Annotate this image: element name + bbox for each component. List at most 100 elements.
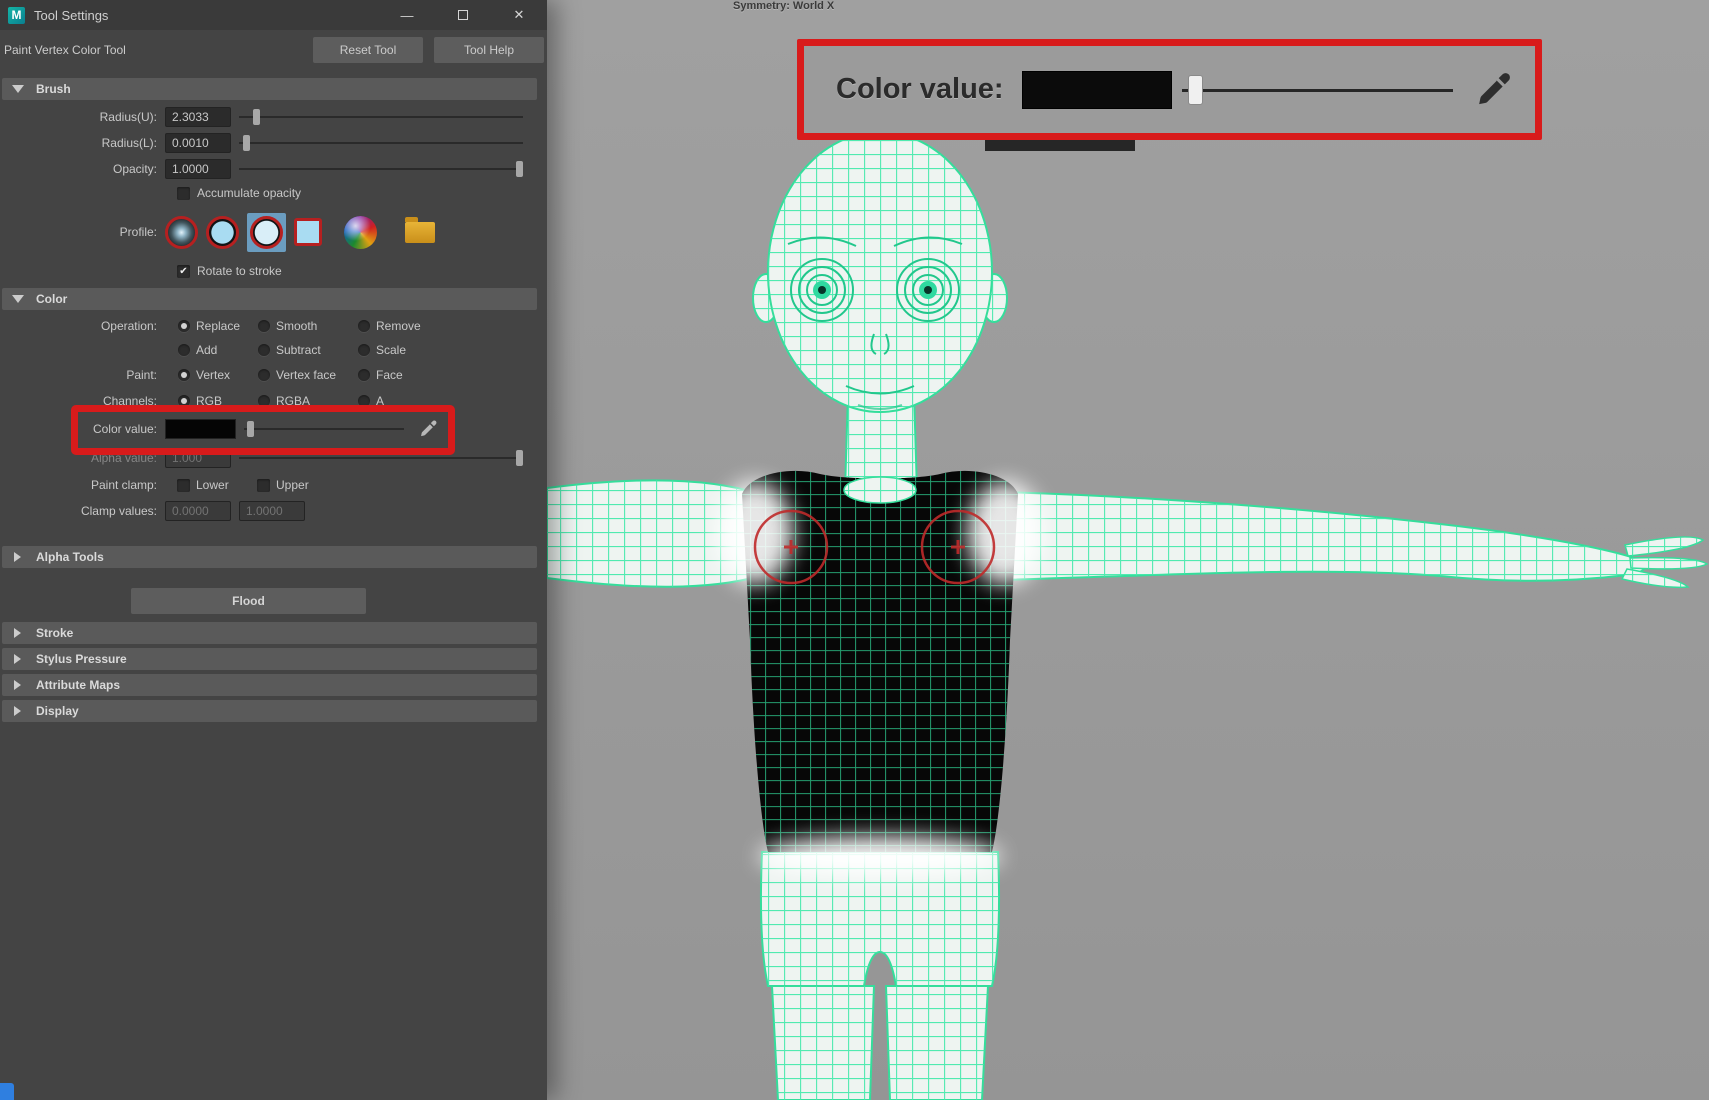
collapse-arrow-icon	[12, 295, 24, 303]
slider-track	[239, 116, 523, 118]
radius-l-field[interactable]	[165, 133, 231, 153]
expand-arrow-icon	[14, 654, 21, 664]
slider-handle[interactable]	[253, 109, 261, 125]
paint-label: Paint:	[126, 368, 157, 382]
paint-face-radio[interactable]	[358, 369, 370, 381]
clamp-upper-checkbox[interactable]	[257, 478, 270, 492]
operation-add-label: Add	[196, 343, 218, 357]
maya-logo-icon: M	[8, 6, 25, 24]
stroke-section-header[interactable]: Stroke	[2, 622, 537, 644]
slider-track	[1181, 88, 1453, 92]
profile-label: Profile:	[119, 225, 157, 239]
brush-profile-soft-icon[interactable]	[165, 215, 198, 249]
attribute-maps-section-header[interactable]: Attribute Maps	[2, 674, 537, 696]
accumulate-opacity-label: Accumulate opacity	[197, 186, 302, 200]
clamp-min-field	[165, 501, 231, 521]
head	[767, 131, 993, 413]
display-label: Display	[36, 704, 79, 718]
opacity-slider[interactable]	[239, 161, 523, 177]
clamp-max-field	[239, 501, 305, 521]
operation-remove-radio[interactable]	[358, 320, 370, 332]
slider-track	[239, 168, 523, 170]
operation-replace-radio[interactable]	[178, 320, 190, 332]
flood-button[interactable]: Flood	[131, 588, 366, 614]
symmetry-status: Symmetry: World X	[733, 0, 835, 12]
paint-clamp-label: Paint clamp:	[90, 478, 157, 492]
legs	[771, 985, 989, 1100]
character-model	[547, 131, 1708, 1100]
right-arm	[999, 491, 1708, 589]
operation-scale-radio[interactable]	[358, 344, 370, 356]
paint-vertex-label: Vertex	[196, 368, 231, 382]
viewport[interactable]: Symmetry: World X Color value:	[547, 0, 1709, 1100]
opacity-field[interactable]	[165, 159, 231, 179]
radius-l-label: Radius(L):	[101, 136, 157, 150]
operation-label: Operation:	[100, 319, 157, 333]
callout-alpha-strip	[985, 140, 1135, 151]
callout-color-value-label: Color value:	[836, 73, 1004, 105]
highlight-box-panel	[71, 405, 455, 455]
slider-handle[interactable]	[515, 450, 523, 466]
paint-vertex-radio[interactable]	[178, 369, 190, 381]
maximize-button[interactable]	[435, 0, 491, 30]
expand-arrow-icon	[14, 552, 21, 562]
stroke-label: Stroke	[36, 626, 74, 640]
tool-help-button[interactable]: Tool Help	[434, 37, 544, 63]
paint-face-label: Face	[376, 368, 403, 382]
rotate-to-stroke-checkbox[interactable]	[177, 264, 190, 278]
brush-profile-medium-icon[interactable]	[206, 215, 239, 249]
callout-color-slider[interactable]	[1181, 74, 1453, 106]
clamp-lower-label: Lower	[196, 478, 229, 492]
slider-handle[interactable]	[1187, 74, 1203, 105]
expand-arrow-icon	[14, 628, 21, 638]
radius-u-label: Radius(U):	[99, 110, 157, 124]
brush-profile-selected[interactable]	[247, 212, 286, 252]
operation-smooth-label: Smooth	[276, 319, 318, 333]
operation-scale-label: Scale	[376, 343, 407, 357]
right-hand	[1621, 536, 1708, 589]
callout-eyedropper-icon[interactable]	[1473, 70, 1513, 110]
clamp-lower-checkbox[interactable]	[177, 478, 190, 492]
reset-tool-button[interactable]: Reset Tool	[313, 37, 423, 63]
radius-u-field[interactable]	[165, 107, 231, 127]
slider-handle[interactable]	[243, 135, 251, 151]
tool-name: Paint Vertex Color Tool	[4, 43, 126, 57]
brush-profile-square-icon[interactable]	[294, 218, 322, 246]
operation-smooth-radio[interactable]	[258, 320, 270, 332]
expand-arrow-icon	[14, 706, 21, 716]
titlebar[interactable]: M Tool Settings — ✕	[0, 0, 547, 30]
slider-handle[interactable]	[515, 161, 523, 177]
operation-add-radio[interactable]	[178, 344, 190, 356]
clamp-upper-label: Upper	[276, 478, 309, 492]
brush-section-label: Brush	[36, 82, 71, 96]
display-section-header[interactable]: Display	[2, 700, 537, 722]
stylus-pressure-label: Stylus Pressure	[36, 652, 127, 666]
opacity-label: Opacity:	[112, 162, 157, 176]
accumulate-opacity-checkbox[interactable]	[177, 186, 190, 200]
rotate-to-stroke-label: Rotate to stroke	[197, 264, 282, 278]
brush-profile-image-icon[interactable]	[344, 215, 377, 249]
alpha-tools-section-header[interactable]: Alpha Tools	[2, 546, 537, 568]
stylus-pressure-section-header[interactable]: Stylus Pressure	[2, 648, 537, 670]
paint-vertex-face-label: Vertex face	[276, 368, 337, 382]
browse-profile-folder-icon[interactable]	[405, 216, 435, 243]
paint-vertex-face-radio[interactable]	[258, 369, 270, 381]
brush-profile-hard-icon	[250, 215, 283, 249]
tool-settings-window: M Tool Settings — ✕ Paint Vertex Color T…	[0, 0, 547, 1100]
color-section-header[interactable]: Color	[2, 288, 537, 310]
operation-remove-label: Remove	[376, 319, 421, 333]
minimize-button[interactable]: —	[379, 0, 435, 30]
operation-replace-label: Replace	[196, 319, 241, 333]
alpha-tools-label: Alpha Tools	[36, 550, 104, 564]
color-section-label: Color	[36, 292, 68, 306]
operation-subtract-radio[interactable]	[258, 344, 270, 356]
brush-section-header[interactable]: Brush	[2, 78, 537, 100]
radius-u-slider[interactable]	[239, 109, 523, 125]
close-button[interactable]: ✕	[491, 0, 547, 30]
operation-subtract-label: Subtract	[276, 343, 321, 357]
color-value-callout: Color value:	[797, 39, 1542, 140]
maximize-icon	[458, 10, 468, 20]
callout-color-swatch[interactable]	[1021, 70, 1172, 109]
radius-l-slider[interactable]	[239, 135, 523, 151]
window-title: Tool Settings	[34, 7, 109, 23]
